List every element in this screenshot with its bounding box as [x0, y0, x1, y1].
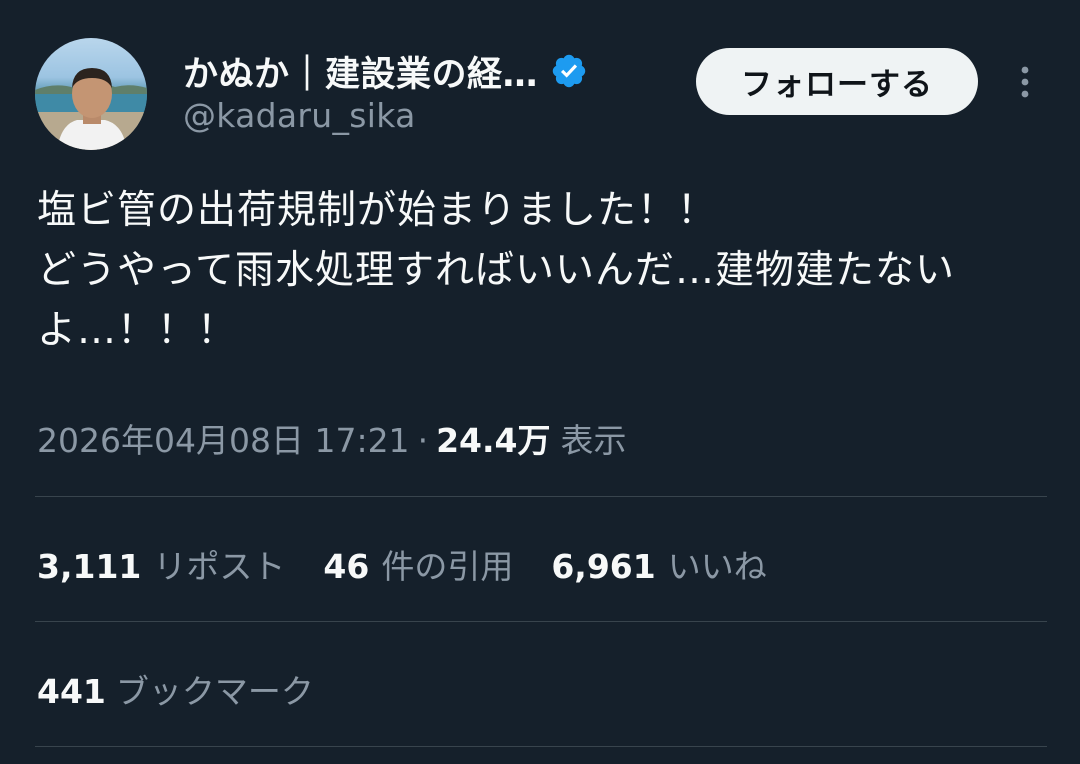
quotes-stat[interactable]: 46 件の引用 — [323, 540, 513, 588]
reposts-label: リポスト — [153, 547, 286, 586]
likes-count: 6,961 — [551, 547, 656, 586]
views-label: 表示 — [560, 421, 627, 460]
bookmarks-label: ブックマーク — [115, 672, 314, 711]
tweet-meta: 2026年04月08日 17:21 · 24.4万 表示 — [37, 414, 626, 462]
bookmarks-count: 441 — [37, 672, 106, 711]
more-options-icon[interactable] — [1005, 60, 1045, 104]
divider — [35, 496, 1047, 497]
likes-label: いいね — [667, 547, 767, 586]
tweet-text: 塩ビ管の出荷規制が始まりました！！ どうやって雨水処理すればいいんだ…建物建たな… — [37, 188, 956, 353]
meta-separator: · — [417, 421, 429, 460]
divider — [35, 621, 1047, 622]
likes-stat[interactable]: 6,961 いいね — [551, 540, 766, 588]
quotes-count: 46 — [323, 547, 370, 586]
avatar-photo — [35, 68, 147, 150]
views-count: 24.4万 — [436, 421, 551, 460]
author-display-name[interactable]: かぬか｜建設業の経… — [183, 46, 538, 97]
reposts-count: 3,111 — [37, 547, 142, 586]
avatar[interactable] — [35, 38, 147, 150]
verified-badge-icon[interactable] — [550, 52, 588, 90]
reposts-stat[interactable]: 3,111 リポスト — [37, 540, 285, 588]
follow-button[interactable]: フォローする — [696, 48, 978, 115]
quotes-label: 件の引用 — [381, 547, 514, 586]
divider — [35, 746, 1047, 747]
tweet-header: かぬか｜建設業の経… @kadaru_sika フォローする — [0, 0, 1080, 160]
name-row: かぬか｜建設業の経… — [183, 46, 588, 96]
author-handle[interactable]: @kadaru_sika — [183, 96, 416, 135]
tweet-timestamp[interactable]: 2026年04月08日 17:21 — [37, 414, 410, 462]
bookmarks-stat[interactable]: 441 ブックマーク — [37, 665, 314, 713]
engagement-stats: 3,111 リポスト 46 件の引用 6,961 いいね — [37, 540, 805, 588]
